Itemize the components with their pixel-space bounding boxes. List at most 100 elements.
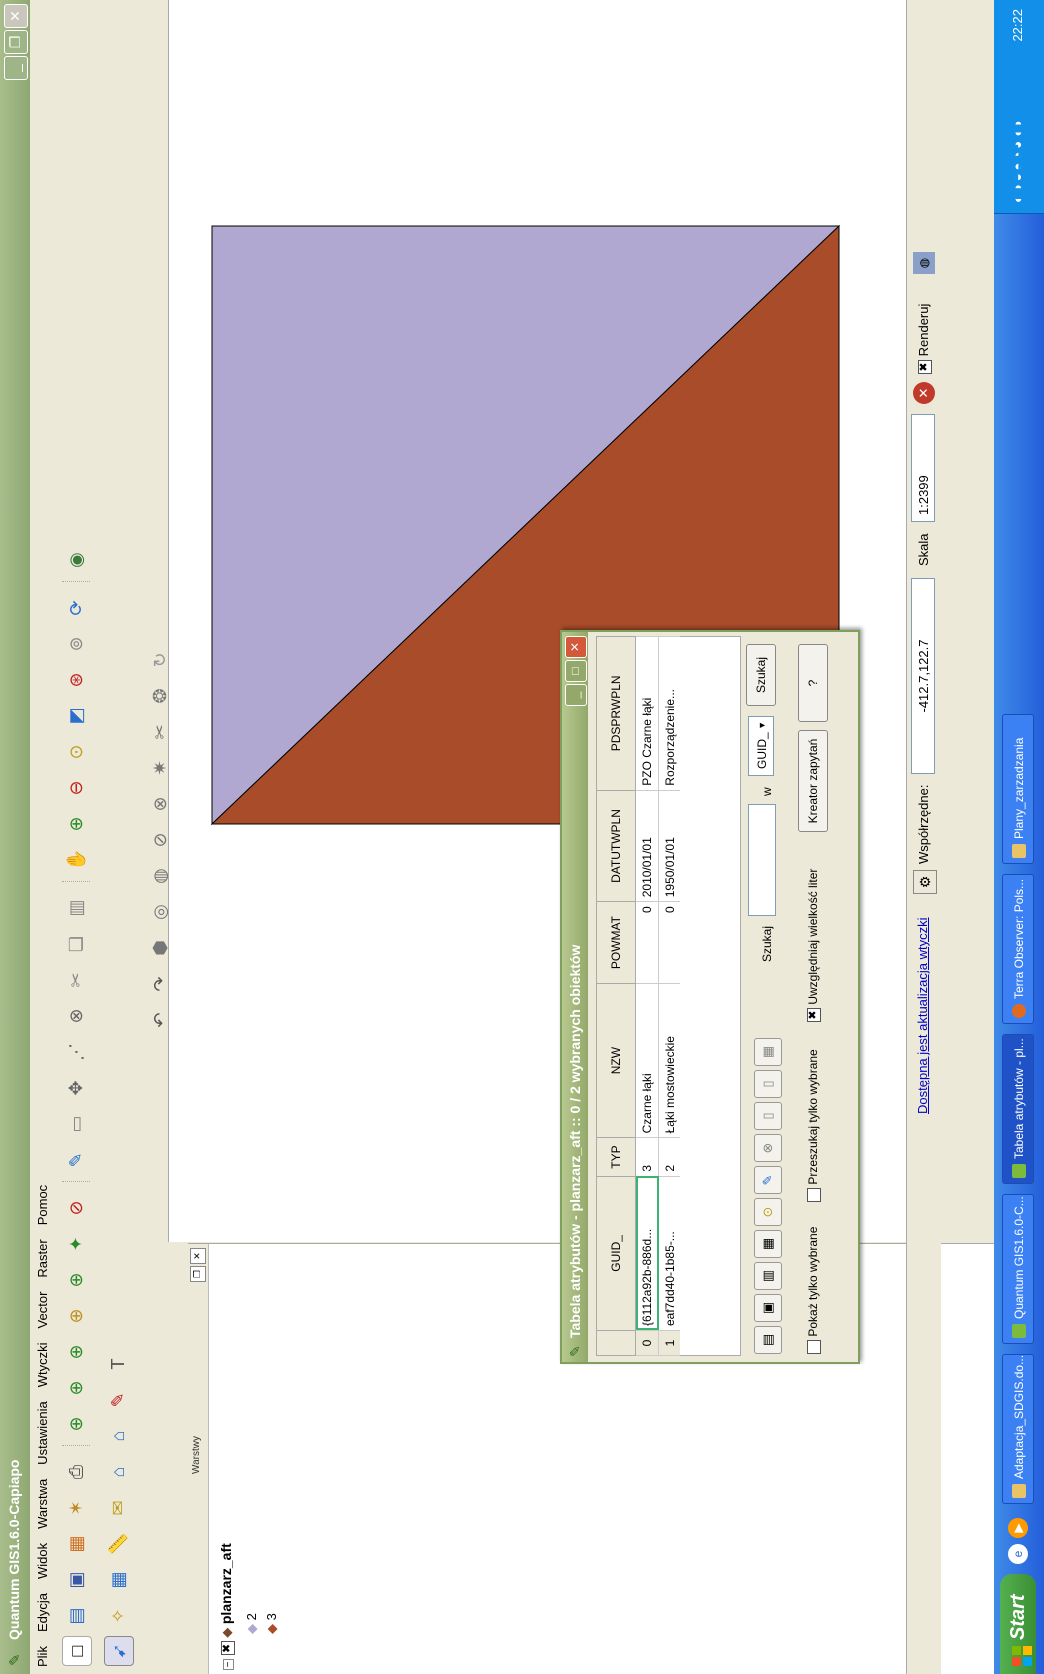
table-cell[interactable]: 2 [658, 1137, 682, 1177]
move-selection-to-top-icon[interactable]: ▣ [754, 1294, 782, 1322]
layer-name[interactable]: planzarz_aft [218, 1543, 234, 1624]
show-bookmarks-icon[interactable]: ⌂ [104, 1422, 132, 1450]
scale-input[interactable]: 1:2399 [911, 414, 935, 522]
row-number[interactable]: 0 [635, 1330, 659, 1356]
add-wms-layer-icon[interactable]: ⊕ [62, 1266, 90, 1294]
attribute-table[interactable]: GUID_ TYP NZW POWMAT DATUTWPLN PDSPRWPLN… [596, 636, 682, 1356]
copy-features-icon[interactable]: ❏ [62, 930, 90, 958]
delete-column-icon[interactable]: ▯ [754, 1070, 782, 1098]
taskbar-item[interactable]: Adaptacja_SDGIS.do... [1002, 1354, 1034, 1504]
taskbar-item[interactable]: Tabela atrybutów - pl... [1002, 1034, 1034, 1184]
row-number[interactable]: 1 [658, 1330, 682, 1356]
taskbar-item[interactable]: Plany_zarzadzania [1002, 714, 1034, 864]
search-selected-only-option[interactable]: Przeszukaj tylko wybrane [806, 1049, 821, 1202]
field-calculator-icon[interactable]: ▦ [754, 1038, 782, 1066]
new-vector-layer-icon[interactable]: ✦ [62, 1230, 90, 1258]
menu-item[interactable]: Vector [30, 1285, 55, 1336]
plugin-icon[interactable]: ⚙ [913, 870, 937, 894]
table-cell[interactable]: 0 [635, 901, 659, 984]
table-cell[interactable]: Czarne łąki [635, 983, 659, 1138]
table-cell[interactable]: Łąki mostowieckie [658, 983, 682, 1138]
dialog-close-button[interactable]: ✕ [565, 636, 587, 658]
add-vector-layer-icon[interactable]: ⊕ [62, 1410, 90, 1438]
new-project-icon[interactable]: □ [62, 1636, 92, 1666]
delete-selected-icon[interactable]: ⊗ [754, 1134, 782, 1162]
close-panel-button[interactable]: ✕ [190, 1248, 206, 1264]
print-icon[interactable]: ⎙ [62, 1458, 90, 1486]
show-selected-only-option[interactable]: Pokaż tylko wybrane [806, 1227, 821, 1354]
projection-icon[interactable]: ◍ [913, 252, 935, 274]
menu-item[interactable]: Wtyczki [30, 1335, 55, 1394]
map-tips-icon[interactable]: ✉ [104, 1494, 132, 1522]
identify-features-icon[interactable]: ➹ [104, 1636, 134, 1666]
taskbar-item[interactable]: Quantum GIS1.6.0-C... [1002, 1194, 1034, 1344]
column-header[interactable]: TYP [596, 1137, 636, 1177]
menu-item[interactable]: Raster [30, 1232, 55, 1284]
table-cell[interactable]: 2010/01/01 [635, 790, 659, 902]
start-button[interactable]: Start [1000, 1574, 1036, 1674]
save-edits-icon[interactable]: ▭ [62, 1110, 90, 1138]
zoom-to-selection-icon[interactable]: ⊙ [754, 1198, 782, 1226]
pan-hand-icon[interactable]: ✋ [62, 846, 90, 874]
dialog-minimize-button[interactable]: _ [565, 684, 587, 706]
search-button[interactable]: Szukaj [746, 644, 776, 706]
table-cell[interactable]: 3 [635, 1137, 659, 1177]
minimize-button[interactable]: _ [4, 56, 28, 80]
collapse-icon[interactable]: − [223, 1659, 234, 1670]
layer-row[interactable]: − ✖ ◆ planzarz_aft [218, 1543, 235, 1670]
measure-line-icon[interactable]: 📏 [104, 1530, 132, 1558]
media-quicklaunch-icon[interactable]: ▶ [1008, 1518, 1028, 1538]
toggle-editing-icon[interactable]: ✎ [754, 1166, 782, 1194]
menu-item[interactable]: Plik [30, 1639, 55, 1674]
table-row[interactable]: 0 {6112a92b-886d... 3 Czarne łąki 0 2010… [635, 636, 659, 1356]
remove-selection-icon[interactable]: ▤ [754, 1326, 782, 1354]
table-cell[interactable]: Rozporządzenie... [658, 636, 682, 791]
menu-item[interactable]: Edycja [30, 1586, 55, 1639]
column-header[interactable]: GUID_ [596, 1176, 636, 1331]
field-select[interactable]: GUID_ ▼ [748, 716, 774, 776]
column-header[interactable]: NZW [596, 983, 636, 1138]
new-column-icon[interactable]: ▯ [754, 1102, 782, 1130]
table-cell[interactable]: PZO Czarne łąki [635, 636, 659, 791]
menu-item[interactable]: Widok [30, 1536, 55, 1586]
close-button[interactable]: ✕ [4, 4, 28, 28]
delete-selected-icon[interactable]: ⊗ [62, 1002, 90, 1030]
case-sensitive-option[interactable]: ✖ Uwzględniaj wielkość liter [806, 869, 821, 1022]
zoom-in-icon[interactable]: ⊕ [62, 810, 90, 838]
float-panel-button[interactable]: ❐ [190, 1266, 206, 1282]
search-selected-only-checkbox[interactable] [806, 1188, 821, 1202]
new-print-composer-icon[interactable]: ✶ [62, 1494, 90, 1522]
search-input[interactable] [748, 804, 776, 916]
help-button[interactable]: ? [798, 644, 828, 722]
menu-item[interactable]: Warstwa [30, 1472, 55, 1536]
select-features-icon[interactable]: ✧ [104, 1602, 132, 1630]
paste-features-icon[interactable]: ▥ [62, 894, 90, 922]
cut-features-icon[interactable]: ✂ [62, 966, 90, 994]
zoom-full-icon[interactable]: ⊙ [62, 738, 90, 766]
layer-visibility-checkbox[interactable]: ✖ [220, 1641, 235, 1656]
show-selected-only-checkbox[interactable] [806, 1340, 821, 1354]
new-bookmark-icon[interactable]: ⌂ [104, 1458, 132, 1486]
open-project-icon[interactable]: ▤ [62, 1602, 90, 1630]
zoom-last-icon[interactable]: ⊚ [62, 630, 90, 658]
taskbar-item[interactable]: Terra Observer: Pols... [1002, 874, 1034, 1024]
zoom-to-layer-icon[interactable]: ⊛ [62, 666, 90, 694]
menu-item[interactable]: Pomoc [30, 1178, 55, 1232]
zoom-out-icon[interactable]: ⊖ [62, 774, 90, 802]
openlayers-plugin-icon[interactable]: ◉ [62, 546, 90, 574]
zoom-to-selection-icon[interactable]: ◩ [62, 702, 90, 730]
case-sensitive-checkbox[interactable]: ✖ [806, 1008, 821, 1022]
save-as-icon[interactable]: ▦ [62, 1530, 90, 1558]
refresh-icon[interactable]: ⟳ [62, 594, 90, 622]
table-cell[interactable]: 1950/01/01 [658, 790, 682, 902]
table-cell[interactable]: {6112a92b-886d... [635, 1176, 659, 1331]
remove-layer-icon[interactable]: ⊘ [62, 1194, 90, 1222]
table-cell[interactable]: 0 [658, 901, 682, 984]
add-spatialite-layer-icon[interactable]: ⊕ [62, 1302, 90, 1330]
dialog-maximize-button[interactable]: □ [565, 660, 587, 682]
copy-selected-rows-icon[interactable]: ▦ [754, 1230, 782, 1258]
label-tool-icon[interactable]: T [104, 1350, 132, 1378]
query-builder-button[interactable]: Kreator zapytań [798, 730, 828, 832]
add-postgis-layer-icon[interactable]: ⊕ [62, 1338, 90, 1366]
stop-render-icon[interactable]: ✕ [913, 382, 935, 404]
